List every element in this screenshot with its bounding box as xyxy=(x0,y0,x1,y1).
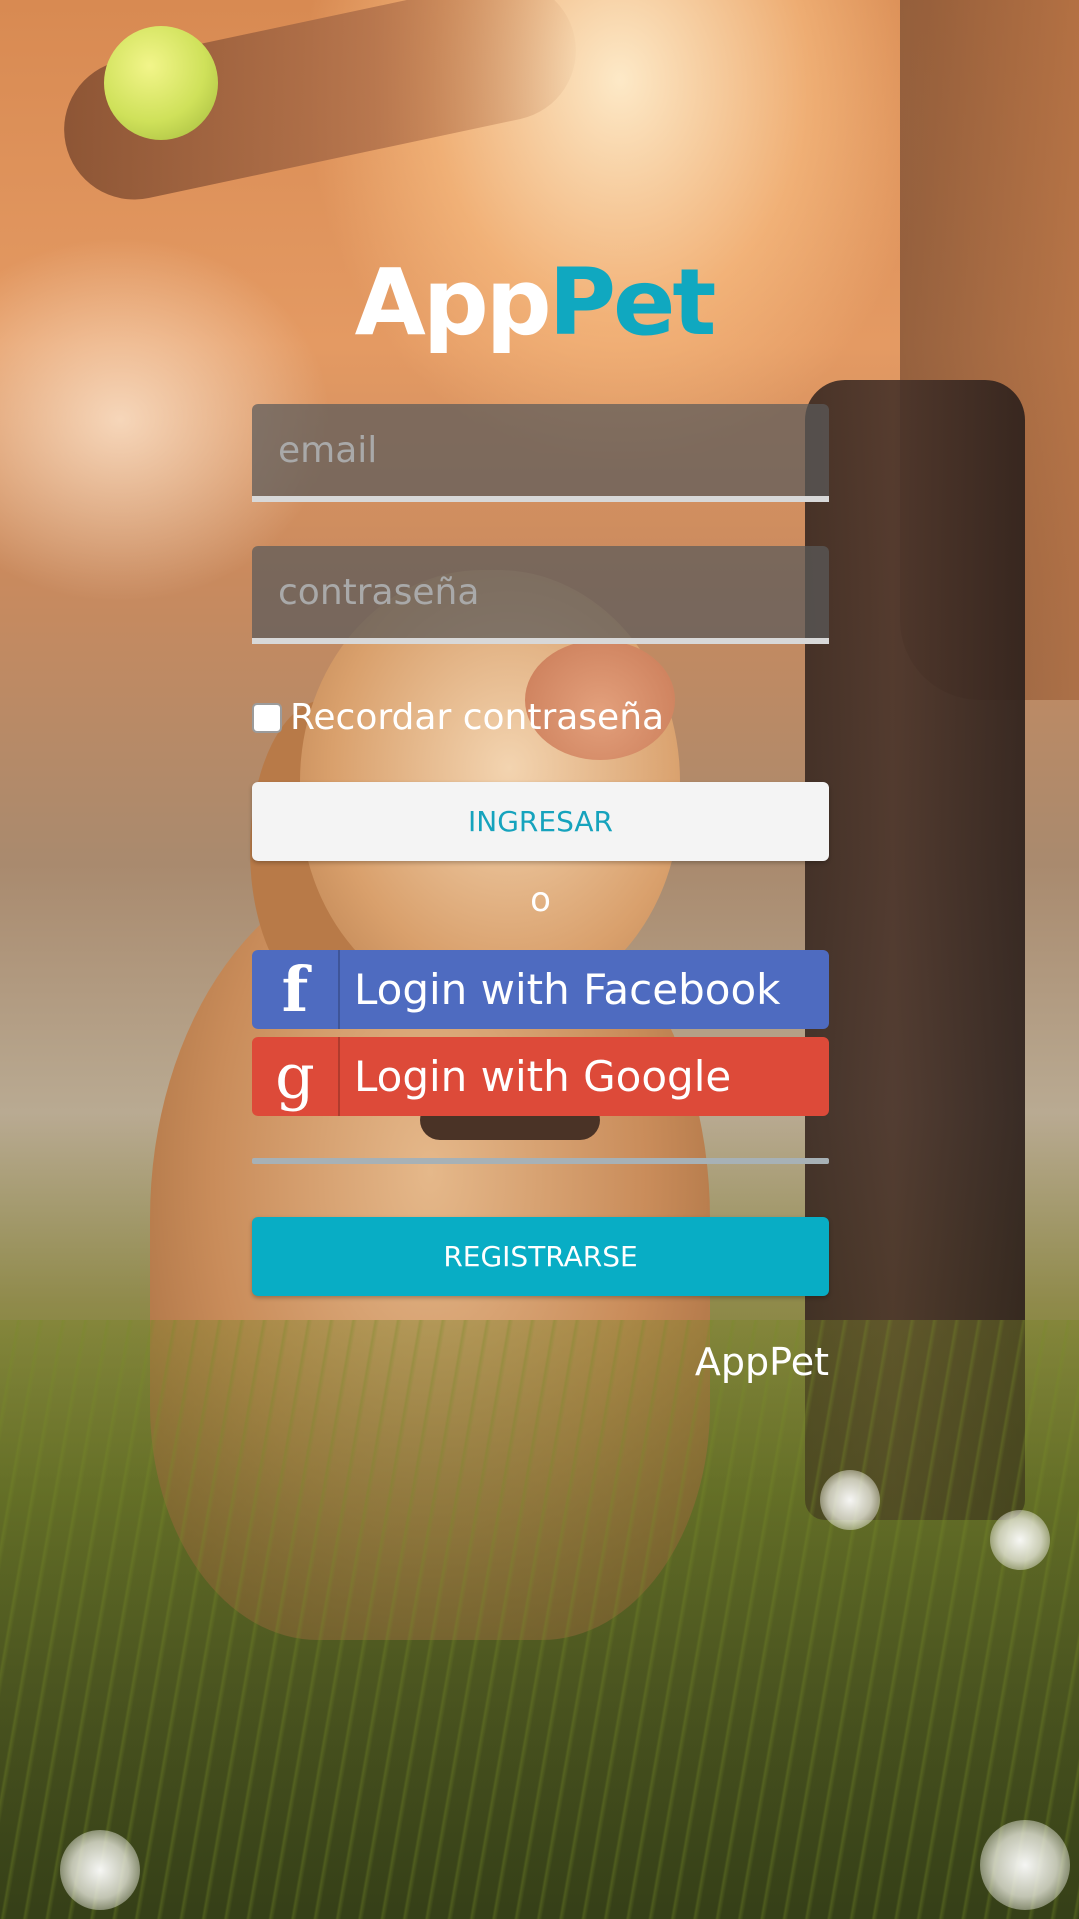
dandelion-image xyxy=(980,1820,1070,1910)
google-login-label: Login with Google xyxy=(354,1052,732,1101)
or-separator: o xyxy=(530,880,551,920)
google-login-button[interactable]: g Login with Google xyxy=(252,1037,829,1116)
grass-image xyxy=(0,1320,1079,1919)
dandelion-image xyxy=(990,1510,1050,1570)
password-placeholder: contraseña xyxy=(278,571,480,613)
google-icon: g xyxy=(252,1037,340,1116)
dandelion-image xyxy=(60,1830,140,1910)
email-field[interactable]: email xyxy=(252,404,829,502)
logo-part-app: App xyxy=(354,249,552,356)
facebook-login-button[interactable]: f Login with Facebook xyxy=(252,950,829,1029)
remember-password[interactable]: Recordar contraseña xyxy=(252,697,664,738)
facebook-icon: f xyxy=(252,950,340,1029)
logo-part-pet: Pet xyxy=(548,249,717,356)
email-placeholder: email xyxy=(278,429,378,471)
login-button[interactable]: INGRESAR xyxy=(252,782,829,861)
password-field[interactable]: contraseña xyxy=(252,546,829,644)
facebook-login-label: Login with Facebook xyxy=(354,965,781,1014)
tennis-ball-image xyxy=(104,26,218,140)
register-button[interactable]: REGISTRARSE xyxy=(252,1217,829,1296)
dandelion-image xyxy=(820,1470,880,1530)
footer-brand: AppPet xyxy=(694,1340,829,1384)
divider xyxy=(252,1158,829,1164)
remember-checkbox[interactable] xyxy=(252,702,282,733)
remember-label: Recordar contraseña xyxy=(290,697,665,738)
app-logo: App Pet xyxy=(355,248,717,358)
